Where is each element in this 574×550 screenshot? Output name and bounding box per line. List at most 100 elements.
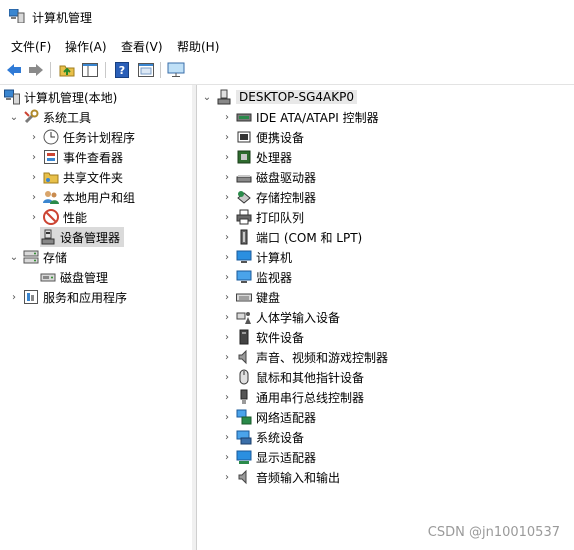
device-category-monitors[interactable]: › 监视器 [221, 267, 292, 287]
toolbar-separator [50, 62, 51, 78]
tree-item-device-manager[interactable]: 设备管理器 [40, 227, 125, 247]
chevron-right-icon[interactable]: › [28, 171, 40, 183]
chevron-right-icon[interactable]: › [8, 291, 20, 303]
tree-label: 存储 [43, 250, 68, 265]
console-tree: 计算机管理(本地) ⌄ 系统工具 › 任务计划程序 › 事件查看器 › 共享文件… [0, 85, 193, 550]
device-category-ports[interactable]: › 端口 (COM 和 LPT) [221, 227, 362, 247]
device-category-label: 显示适配器 [256, 450, 317, 465]
chevron-right-icon[interactable]: › [221, 311, 233, 323]
device-category-storage-controllers[interactable]: › 存储控制器 [221, 187, 316, 207]
computer-management-icon [8, 8, 25, 24]
device-category-hid[interactable]: › 人体学输入设备 [221, 307, 340, 327]
device-category-computer[interactable]: › 计算机 [221, 247, 292, 267]
show-hide-tree-icon[interactable] [80, 60, 100, 80]
tree-item-local-users[interactable]: › 本地用户和组 [28, 187, 135, 207]
properties-icon[interactable] [136, 60, 156, 80]
tree-label: 共享文件夹 [63, 170, 124, 185]
forward-icon[interactable] [26, 60, 46, 80]
device-tree-root[interactable]: ⌄ DESKTOP-SG4AKP0 [201, 87, 357, 107]
chevron-right-icon[interactable]: › [28, 131, 40, 143]
device-category-ide[interactable]: › IDE ATA/ATAPI 控制器 [221, 107, 379, 127]
chevron-right-icon[interactable]: › [221, 411, 233, 423]
device-category-audio-io[interactable]: › 音频输入和输出 [221, 467, 340, 487]
chevron-down-icon[interactable]: ⌄ [201, 91, 213, 103]
usb-icon [236, 389, 252, 405]
tree-item-disk-management[interactable]: 磁盘管理 [40, 267, 108, 287]
chevron-right-icon[interactable]: › [221, 351, 233, 363]
chevron-right-icon[interactable]: › [221, 151, 233, 163]
menu-help[interactable]: 帮助(H) [177, 38, 219, 55]
audio-icon [236, 469, 252, 485]
chevron-right-icon[interactable]: › [221, 471, 233, 483]
device-category-system[interactable]: › 系统设备 [221, 427, 304, 447]
printer-icon [236, 209, 252, 225]
tree-item-root[interactable]: 计算机管理(本地) [4, 87, 117, 107]
users-icon [43, 189, 59, 205]
chevron-right-icon[interactable]: › [221, 451, 233, 463]
chevron-right-icon[interactable]: › [221, 251, 233, 263]
device-category-display[interactable]: › 显示适配器 [221, 447, 316, 467]
no-entry-icon [43, 209, 59, 225]
back-icon[interactable] [4, 60, 24, 80]
device-category-print-queues[interactable]: › 打印队列 [221, 207, 304, 227]
device-category-processor[interactable]: › 处理器 [221, 147, 292, 167]
computer-icon [216, 89, 232, 105]
menu-file[interactable]: 文件(F) [11, 38, 51, 55]
chevron-right-icon[interactable]: › [221, 391, 233, 403]
chevron-right-icon[interactable]: › [221, 211, 233, 223]
up-folder-icon[interactable] [57, 60, 77, 80]
chevron-down-icon[interactable]: ⌄ [8, 111, 20, 123]
device-category-label: 通用串行总线控制器 [256, 390, 365, 405]
computer-management-icon [4, 89, 20, 105]
clock-icon [43, 129, 59, 145]
title-bar: 计算机管理 [0, 0, 574, 32]
device-tree: ⌄ DESKTOP-SG4AKP0 › IDE ATA/ATAPI 控制器 › … [197, 85, 574, 550]
ide-controller-icon [236, 109, 252, 125]
tree-item-event-viewer[interactable]: › 事件查看器 [28, 147, 123, 167]
device-category-software[interactable]: › 软件设备 [221, 327, 304, 347]
chevron-right-icon[interactable]: › [221, 371, 233, 383]
menu-action[interactable]: 操作(A) [65, 38, 107, 55]
chevron-right-icon[interactable]: › [221, 431, 233, 443]
device-category-mice[interactable]: › 鼠标和其他指针设备 [221, 367, 364, 387]
monitor-icon[interactable] [166, 60, 186, 80]
tree-label: 设备管理器 [60, 230, 121, 245]
device-category-label: 软件设备 [256, 330, 305, 345]
chevron-right-icon[interactable]: › [221, 171, 233, 183]
device-category-label: IDE ATA/ATAPI 控制器 [256, 110, 379, 125]
chevron-down-icon[interactable]: ⌄ [8, 251, 20, 263]
tree-item-storage[interactable]: ⌄ 存储 [8, 247, 67, 267]
menu-bar: 文件(F) 操作(A) 查看(V) 帮助(H) [0, 34, 574, 56]
device-category-label: 键盘 [256, 290, 281, 305]
chevron-right-icon[interactable]: › [221, 191, 233, 203]
window-title: 计算机管理 [32, 11, 93, 25]
device-category-sound[interactable]: › 声音、视频和游戏控制器 [221, 347, 388, 367]
system-device-icon [236, 429, 252, 445]
tree-item-system-tools[interactable]: ⌄ 系统工具 [8, 107, 91, 127]
chevron-right-icon[interactable]: › [221, 231, 233, 243]
chevron-right-icon[interactable]: › [28, 191, 40, 203]
chevron-right-icon[interactable]: › [221, 131, 233, 143]
svg-text:?: ? [119, 64, 125, 77]
device-category-portable[interactable]: › 便携设备 [221, 127, 304, 147]
chevron-right-icon[interactable]: › [221, 291, 233, 303]
device-category-keyboards[interactable]: › 键盘 [221, 287, 280, 307]
chevron-right-icon[interactable]: › [221, 271, 233, 283]
device-category-disk-drives[interactable]: › 磁盘驱动器 [221, 167, 316, 187]
chevron-right-icon[interactable]: › [28, 151, 40, 163]
port-icon [236, 229, 252, 245]
help-icon[interactable]: ? [112, 60, 132, 80]
toolbar-separator [105, 62, 106, 78]
device-category-label: 便携设备 [256, 130, 305, 145]
tree-item-shared-folders[interactable]: › 共享文件夹 [28, 167, 123, 187]
chevron-right-icon[interactable]: › [28, 211, 40, 223]
tree-item-performance[interactable]: › 性能 [28, 207, 87, 227]
device-category-label: 系统设备 [256, 430, 305, 445]
chevron-right-icon[interactable]: › [221, 111, 233, 123]
chevron-right-icon[interactable]: › [221, 331, 233, 343]
tree-item-task-scheduler[interactable]: › 任务计划程序 [28, 127, 135, 147]
device-category-usb[interactable]: › 通用串行总线控制器 [221, 387, 364, 407]
device-category-network[interactable]: › 网络适配器 [221, 407, 316, 427]
menu-view[interactable]: 查看(V) [121, 38, 163, 55]
tree-item-services-apps[interactable]: › 服务和应用程序 [8, 287, 127, 307]
